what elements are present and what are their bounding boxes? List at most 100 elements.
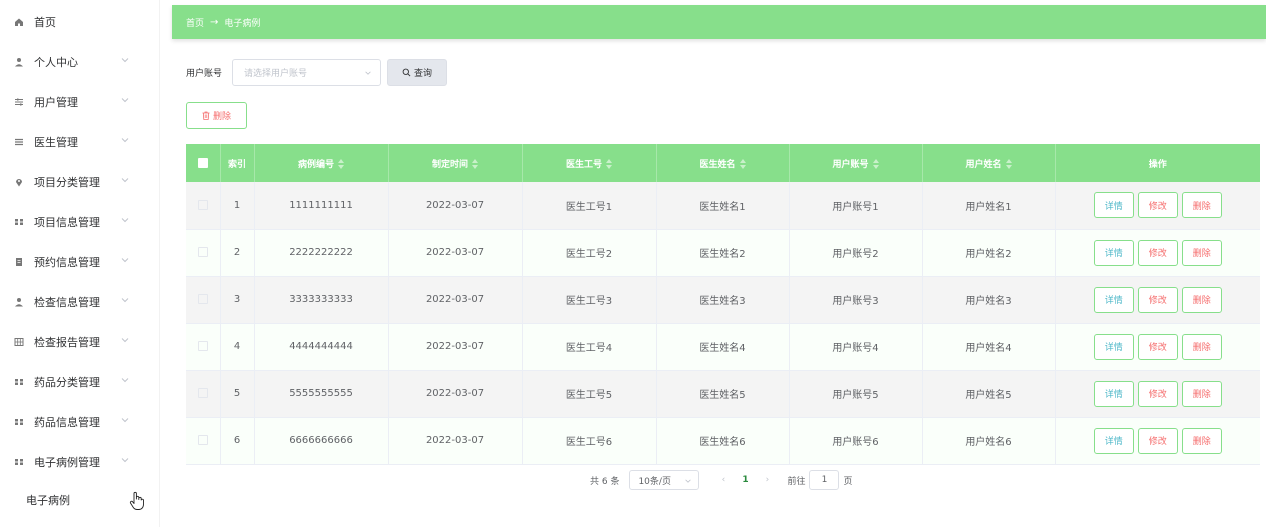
delete-button[interactable]: 删除 — [1181, 192, 1222, 219]
sort-icon[interactable] — [739, 159, 746, 169]
edit-button[interactable]: 修改 — [1137, 192, 1178, 219]
cell-created-time: 2022-03-07 — [388, 276, 523, 324]
cell-doctor-name: 医生姓名6 — [656, 417, 790, 465]
page-number-current[interactable]: 1 — [733, 475, 757, 485]
cell-actions: 详情 修改 删除 — [1055, 182, 1260, 230]
cell-doctor-id: 医生工号6 — [522, 417, 657, 465]
sort-icon[interactable] — [872, 159, 879, 169]
sort-icon[interactable] — [1005, 159, 1012, 169]
edit-button[interactable]: 修改 — [1137, 239, 1178, 266]
chevron-down-icon — [121, 418, 129, 423]
search-label: 用户账号 — [186, 69, 223, 79]
header-doctor-name[interactable]: 医生姓名 — [656, 144, 790, 182]
query-button-label: 查询 — [413, 69, 432, 79]
delete-button[interactable]: 删除 — [1181, 333, 1222, 360]
prev-page-button[interactable]: ‹ — [713, 475, 733, 485]
chevron-down-icon — [121, 298, 129, 303]
sidebar-item-project-category[interactable]: 项目分类管理 — [0, 162, 160, 202]
chevron-down-icon — [121, 258, 129, 263]
user-account-select[interactable]: 请选择用户账号 — [232, 59, 381, 86]
detail-button[interactable]: 详情 — [1093, 427, 1134, 454]
batch-delete-button[interactable]: 删除 — [186, 102, 247, 129]
header-user-account[interactable]: 用户账号 — [789, 144, 923, 182]
sidebar-item-doctor-management[interactable]: 医生管理 — [0, 122, 160, 162]
sidebar-item-home[interactable]: 首页 — [0, 2, 160, 42]
row-checkbox[interactable] — [197, 294, 208, 304]
chevron-down-icon — [365, 71, 371, 75]
row-checkbox[interactable] — [197, 199, 208, 210]
edit-button[interactable]: 修改 — [1137, 286, 1178, 313]
header-doctor-id[interactable]: 医生工号 — [522, 144, 657, 182]
header-user-name[interactable]: 用户姓名 — [922, 144, 1056, 182]
batch-delete-label: 删除 — [212, 112, 231, 122]
row-checkbox[interactable] — [197, 435, 208, 445]
sort-icon[interactable] — [472, 159, 478, 169]
cell-doctor-id: 医生工号5 — [522, 370, 657, 418]
cell-actions: 详情 修改 删除 — [1055, 276, 1260, 324]
row-select-cell — [186, 370, 221, 418]
cell-created-time: 2022-03-07 — [388, 323, 523, 371]
query-button[interactable]: 查询 — [387, 59, 447, 86]
chevron-down-icon — [121, 98, 129, 103]
cell-user-name: 用户姓名3 — [922, 276, 1056, 324]
header-label: 用户账号 — [832, 159, 869, 170]
goto-page-input[interactable] — [809, 470, 840, 490]
sidebar: 首页 个人中心 用户管理 医生管理 项目分类管理 项目信息管理 预约信息管理 检… — [0, 0, 160, 527]
chevron-down-icon — [121, 58, 129, 63]
sidebar-item-drug-info[interactable]: 药品信息管理 — [0, 402, 160, 442]
row-checkbox[interactable] — [197, 341, 208, 351]
sidebar-item-personal-center[interactable]: 个人中心 — [0, 42, 160, 82]
detail-button[interactable]: 详情 — [1093, 380, 1134, 407]
sidebar-item-user-management[interactable]: 用户管理 — [0, 82, 160, 122]
delete-button[interactable]: 删除 — [1181, 239, 1222, 266]
cell-user-account: 用户账号2 — [789, 229, 923, 277]
table-header-row: 索引 病例编号 制定时间 医生工号 医生姓名 用户账号 用户姓名 操作 — [186, 144, 1260, 182]
sort-icon[interactable] — [338, 159, 344, 169]
edit-button[interactable]: 修改 — [1137, 333, 1178, 360]
sidebar-item-project-info[interactable]: 项目信息管理 — [0, 202, 160, 242]
cell-doctor-name: 医生姓名3 — [656, 276, 790, 324]
sidebar-item-appointment-info[interactable]: 预约信息管理 — [0, 242, 160, 282]
cell-user-name: 用户姓名1 — [922, 182, 1056, 230]
header-label: 制定时间 — [431, 159, 468, 170]
sidebar-item-exam-info[interactable]: 检查信息管理 — [0, 282, 160, 322]
delete-button[interactable]: 删除 — [1181, 427, 1222, 454]
detail-button[interactable]: 详情 — [1093, 192, 1134, 219]
row-checkbox[interactable] — [197, 388, 208, 398]
page-size-select[interactable]: 10条/页 — [629, 470, 700, 490]
next-page-button[interactable]: › — [757, 475, 777, 485]
cell-index: 5 — [220, 370, 255, 418]
header-case-number[interactable]: 病例编号 — [254, 144, 389, 182]
breadcrumb-current: 电子病例 — [224, 18, 261, 29]
grid-icon — [12, 457, 26, 467]
cell-index: 1 — [220, 182, 255, 230]
cell-index: 6 — [220, 417, 255, 465]
select-all-checkbox[interactable] — [197, 157, 208, 168]
cell-user-account: 用户账号6 — [789, 417, 923, 465]
row-checkbox[interactable] — [197, 247, 208, 257]
breadcrumb: 首页 → 电子病例 — [172, 5, 1266, 39]
row-select-cell — [186, 276, 221, 324]
cell-doctor-id: 医生工号4 — [522, 323, 657, 371]
cell-doctor-id: 医生工号3 — [522, 276, 657, 324]
header-label: 病例编号 — [297, 159, 334, 170]
sidebar-item-drug-category[interactable]: 药品分类管理 — [0, 362, 160, 402]
detail-button[interactable]: 详情 — [1093, 286, 1134, 313]
edit-button[interactable]: 修改 — [1137, 427, 1178, 454]
breadcrumb-home[interactable]: 首页 — [186, 16, 204, 29]
detail-button[interactable]: 详情 — [1093, 239, 1134, 266]
location-pin-icon — [12, 177, 26, 187]
delete-button[interactable]: 删除 — [1181, 286, 1222, 313]
chevron-down-icon — [121, 338, 129, 343]
sidebar-item-emr-management[interactable]: 电子病例管理 — [0, 442, 160, 482]
header-select-all[interactable] — [186, 144, 221, 182]
delete-button[interactable]: 删除 — [1181, 380, 1222, 407]
cell-user-name: 用户姓名6 — [922, 417, 1056, 465]
edit-button[interactable]: 修改 — [1137, 380, 1178, 407]
detail-button[interactable]: 详情 — [1093, 333, 1134, 360]
sort-icon[interactable] — [606, 159, 612, 169]
select-placeholder: 请选择用户账号 — [244, 69, 308, 79]
cell-doctor-name: 医生姓名4 — [656, 323, 790, 371]
sidebar-item-exam-report[interactable]: 检查报告管理 — [0, 322, 160, 362]
header-created-time[interactable]: 制定时间 — [388, 144, 523, 182]
